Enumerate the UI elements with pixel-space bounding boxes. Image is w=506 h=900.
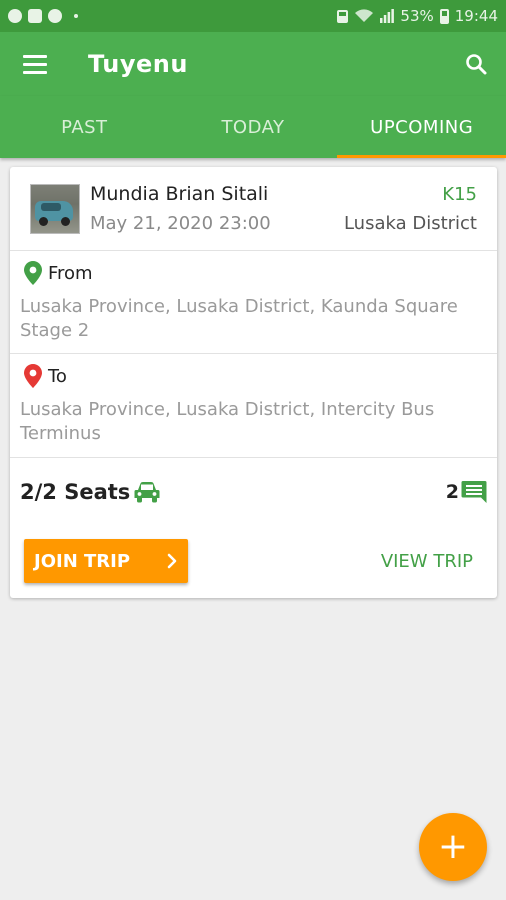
from-address: Lusaka Province, Lusaka District, Kaunda… (20, 296, 458, 341)
driver-car-photo (30, 183, 80, 234)
map-pin-green-icon (24, 261, 42, 285)
app-bar: Tuyenu (0, 32, 506, 96)
add-trip-fab[interactable]: + (419, 813, 487, 881)
seats-count: 2/2 Seats (20, 480, 131, 504)
join-trip-button[interactable]: JOIN TRIP (24, 539, 188, 583)
whatsapp-icon (48, 9, 62, 23)
signal-icon (380, 9, 395, 23)
tab-upcoming[interactable]: UPCOMING (337, 96, 506, 158)
plus-icon: + (437, 826, 469, 867)
comment-icon[interactable] (461, 480, 487, 504)
driver-info: Mundia Brian Sitali May 21, 2020 23:00 (90, 183, 271, 234)
clock-time: 19:44 (454, 7, 498, 25)
search-icon[interactable] (446, 32, 506, 96)
notification-icons (8, 9, 78, 23)
to-address: Lusaka Province, Lusaka District, Interc… (20, 399, 435, 444)
actions-row: JOIN TRIP VIEW TRIP (10, 526, 497, 596)
seats-row: 2/2 Seats 2 (10, 458, 497, 526)
join-trip-label: JOIN TRIP (34, 550, 131, 572)
driver-name: Mundia Brian Sitali (90, 183, 269, 205)
view-trip-button[interactable]: VIEW TRIP (381, 551, 483, 572)
trip-card[interactable]: Mundia Brian Sitali May 21, 2020 23:00 K… (10, 167, 497, 598)
tab-today[interactable]: TODAY (169, 96, 338, 158)
battery-icon (439, 8, 449, 24)
map-pin-red-icon (24, 364, 42, 388)
trip-district: Lusaka District (343, 212, 477, 234)
tab-bar: PAST TODAY UPCOMING (0, 96, 506, 158)
car-icon (134, 482, 160, 503)
chevron-right-icon (167, 553, 177, 569)
battery-saver-icon (337, 9, 349, 23)
price-block: K15 Lusaka District (344, 184, 477, 234)
trip-datetime: May 21, 2020 23:00 (90, 213, 271, 234)
facebook-icon (28, 9, 42, 23)
from-section: From Lusaka Province, Lusaka District, K… (10, 251, 497, 354)
tab-past[interactable]: PAST (0, 96, 169, 158)
app-title: Tuyenu (88, 50, 188, 78)
driver-row: Mundia Brian Sitali May 21, 2020 23:00 K… (10, 167, 497, 251)
status-bar: 53% 19:44 (0, 0, 506, 32)
trip-price: K15 (442, 183, 477, 205)
comment-count: 2 (445, 481, 459, 503)
battery-percent: 53% (400, 7, 434, 25)
system-icons: 53% 19:44 (337, 7, 498, 25)
to-section: To Lusaka Province, Lusaka District, Int… (10, 354, 497, 458)
from-label: From (48, 262, 93, 284)
wifi-icon (355, 9, 374, 22)
more-notifications-icon (74, 14, 78, 18)
to-label: To (48, 365, 67, 387)
hamburger-menu-icon[interactable] (0, 32, 70, 96)
messenger-icon (8, 9, 22, 23)
